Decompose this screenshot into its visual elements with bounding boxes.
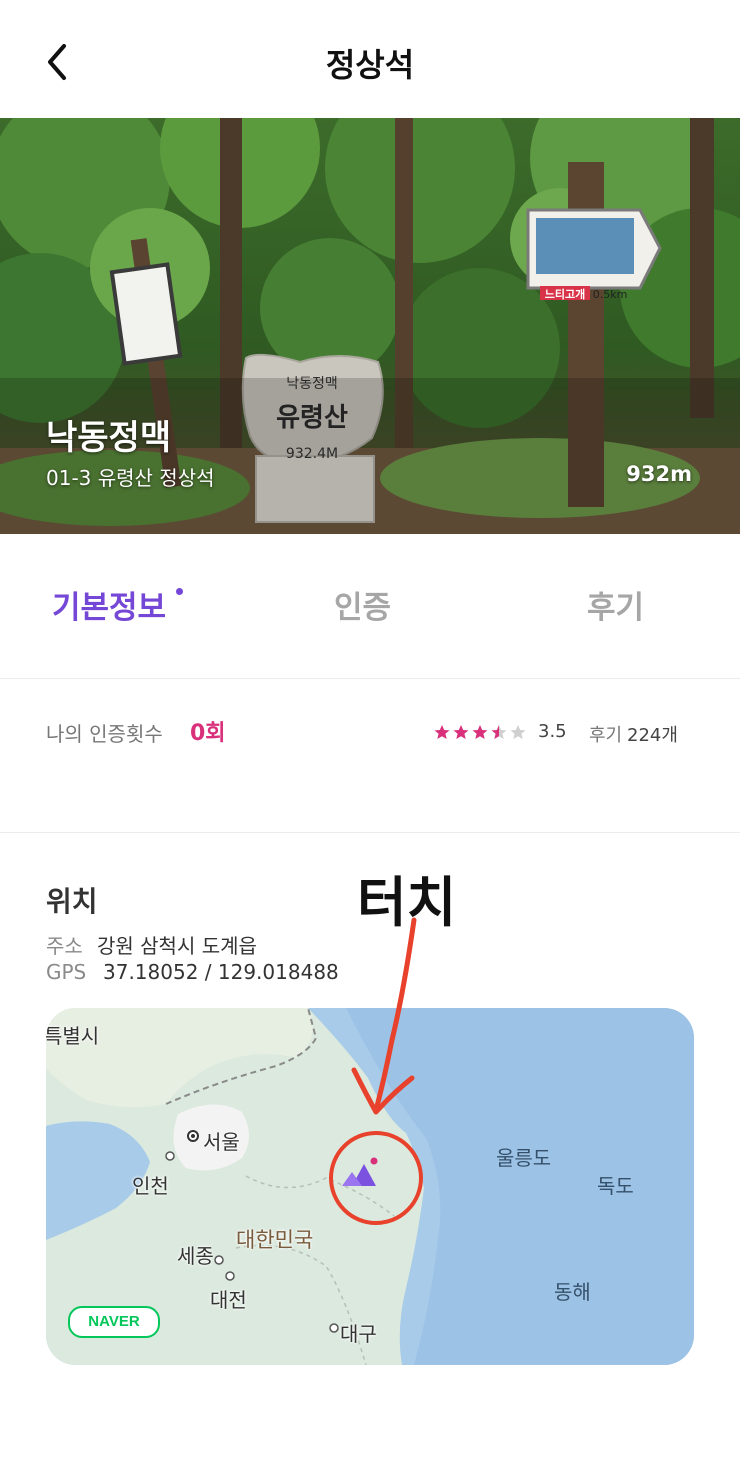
- gps-label: GPS: [46, 960, 87, 984]
- star-icon: [434, 725, 450, 739]
- summit-photo: 낙동정맥 유령산 932.4M 느티고개 0.5km 낙동정맥 01-3 유령산…: [0, 118, 740, 534]
- star-icon: [453, 725, 469, 739]
- tab-bar: 기본정보 인증 후기: [0, 534, 740, 678]
- page-title: 정상석: [325, 46, 415, 84]
- divider: [0, 678, 740, 679]
- map-label-korea: 대한민국: [236, 1228, 314, 1252]
- naver-logo: NAVER: [68, 1306, 160, 1338]
- direction-sign-distance: 0.5km: [593, 288, 628, 301]
- review-label[interactable]: 후기: [589, 721, 622, 747]
- map-label-dokdo: 독도: [597, 1174, 634, 1198]
- stats-row: 나의 인증횟수 0회 3.5 후기 224개: [0, 680, 740, 830]
- address-label: 주소: [46, 934, 83, 958]
- gps-value: 37.18052 / 129.018488: [103, 960, 339, 984]
- cert-count-label: 나의 인증횟수: [46, 722, 163, 746]
- rating-stars: [434, 725, 526, 739]
- summit-subtitle: 01-3 유령산 정상석: [46, 466, 215, 490]
- map-label-daegu: 대구: [340, 1322, 377, 1346]
- rating-value: 3.5: [538, 721, 567, 742]
- map-label-sejong: 세종: [177, 1244, 214, 1268]
- location-title: 위치: [46, 885, 98, 918]
- tab-basic-info[interactable]: 기본정보: [52, 582, 166, 627]
- location-map[interactable]: 특별시 서울 인천 대한민국 세종 대전 대구 울릉도 독도 동해 NAVER: [46, 1008, 694, 1365]
- map-label-incheon: 인천: [132, 1174, 169, 1198]
- top-bar: 정상석: [0, 0, 740, 118]
- divider: [0, 832, 740, 833]
- star-half-icon: [491, 725, 507, 739]
- map-label-daejeon: 대전: [210, 1288, 247, 1312]
- direction-sign-label: 느티고개: [545, 287, 585, 301]
- new-indicator-dot: [176, 588, 183, 595]
- tab-reviews[interactable]: 후기: [587, 582, 644, 627]
- map-label-seoul: 서울: [203, 1130, 240, 1154]
- tab-certification[interactable]: 인증: [334, 582, 391, 627]
- annotation-touch-label: 터치: [357, 871, 457, 934]
- map-label-ulleungdo: 울릉도: [496, 1146, 552, 1170]
- review-count[interactable]: 224개: [627, 721, 678, 747]
- map-label-east-sea: 동해: [554, 1280, 591, 1304]
- star-icon: [472, 725, 488, 739]
- cert-count-value: 0회: [190, 721, 226, 746]
- range-name: 낙동정맥: [46, 418, 172, 458]
- summit-elevation: 932m: [626, 462, 692, 486]
- address-value: 강원 삼척시 도계읍: [97, 934, 257, 958]
- star-empty-icon: [510, 725, 526, 739]
- map-label-special-city: 특별시: [46, 1024, 100, 1048]
